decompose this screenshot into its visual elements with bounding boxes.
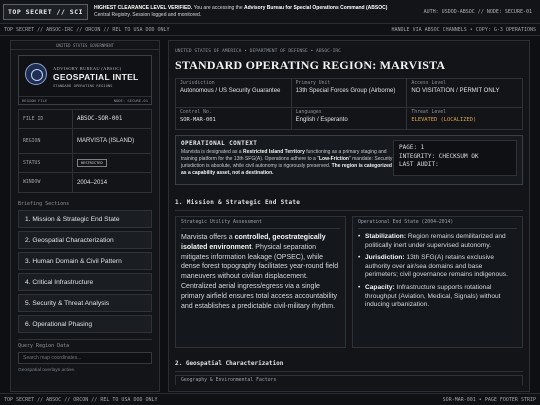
logo-footer: REGION FILE NODE: SECURE-01: [19, 96, 151, 104]
field-value: Autonomous / US Security Guarantee: [180, 88, 281, 94]
field-label: Threat Level: [411, 110, 446, 115]
footer-right: SOR-MAR-001 • PAGE FOOTER STRIP: [442, 396, 536, 403]
meta-value: RESTRICTED: [73, 154, 151, 172]
logo-footer-right: NODE: SECURE-01: [113, 98, 148, 103]
bullet-stabilization: Stabilization: Region remains demilitari…: [358, 233, 517, 250]
handling-left: TOP SECRET // ABSOC-IRC // ORCON // REL …: [4, 26, 170, 33]
panel-label: Operational End State (2004–2014): [358, 220, 517, 229]
query-note: Geospatial overlays active.: [18, 368, 76, 373]
breadcrumb: UNITED STATES OF AMERICA • DEPARTMENT OF…: [175, 49, 341, 54]
document-header: UNITED STATES OF AMERICA • DEPARTMENT OF…: [169, 41, 529, 73]
query-panel: Query Region Data Geospatial overlays ac…: [18, 339, 152, 373]
agency-logo-block: ADVISORY BUREAU (ABSOC) GEOSPATIAL INTEL…: [18, 55, 152, 105]
field-value: NO VISITATION / PERMIT ONLY: [411, 88, 500, 94]
gov-label: UNITED STATES GOVERNMENT: [11, 41, 159, 50]
meta-key: STATUS: [19, 154, 73, 172]
status-badge: RESTRICTED: [77, 159, 107, 167]
agency-seal-icon: [25, 63, 47, 85]
field-label: Languages: [295, 110, 322, 115]
field-value: English / Esperanto: [295, 117, 348, 123]
map-search-input[interactable]: [18, 352, 152, 364]
file-meta-table: FILE ID ABSOC-SOR-001 REGION MARVISTA (I…: [18, 109, 152, 193]
handling-banner: TOP SECRET // ABSOC-IRC // ORCON // REL …: [0, 24, 540, 36]
section-1-columns: Strategic Utility Assessment Marvista of…: [175, 216, 523, 348]
meta-key: REGION: [19, 129, 73, 153]
field-value: 13th Special Forces Group (Airborne): [295, 88, 396, 94]
page-number: PAGE: 1: [399, 144, 425, 151]
classification-banner: TOP SECRET // SCI HIGHEST CLEARANCE LEVE…: [0, 0, 540, 24]
meta-row-window: WINDOW 2004–2014: [19, 173, 151, 192]
field-primary-unit: Primary Unit 13th Special Forces Group (…: [291, 79, 408, 108]
field-control-no: Control No. SOR-MAR-001: [176, 108, 292, 130]
document-panel: UNITED STATES OF AMERICA • DEPARTMENT OF…: [168, 40, 530, 392]
field-access-level: Access Level NO VISITATION / PERMIT ONLY: [407, 79, 523, 108]
integrity-status: INTEGRITY: CHECKSUM OK: [399, 152, 479, 160]
classification-badge: TOP SECRET // SCI: [3, 3, 89, 20]
operational-context-box: OPERATIONAL CONTEXT Marvista is designat…: [175, 135, 523, 185]
strategic-utility-text: Marvista offers a controlled, geostrateg…: [181, 234, 339, 310]
logo-title: GEOSPATIAL INTEL: [53, 72, 139, 82]
section-2-title: 2. Geospatial Characterization: [175, 360, 523, 372]
clearance-message: HIGHEST CLEARANCE LEVEL VERIFIED. You ar…: [94, 4, 388, 18]
auth-node-label: AUTH: USDOD-ABSOC // NODE: SECURE-01: [423, 8, 532, 15]
last-audit: LAST AUDIT:: [399, 161, 439, 168]
field-label: Access Level: [411, 81, 446, 86]
footer-banner: TOP SECRET // ABSOC // ORCON // REL TO U…: [0, 393, 540, 405]
end-state-panel: Operational End State (2004–2014) Stabil…: [352, 216, 523, 348]
meta-row-region: REGION MARVISTA (ISLAND): [19, 129, 151, 154]
bullet-jurisdiction: Jurisdiction: 13th SFG(A) retains exclus…: [358, 254, 517, 280]
panel-label: Strategic Utility Assessment: [181, 220, 340, 229]
field-label: Primary Unit: [295, 81, 331, 86]
field-threat-level: Threat Level ELEVATED (LOCALIZED): [407, 108, 523, 130]
integrity-readout: PAGE: 1 INTEGRITY: CHECKSUM OK LAST AUDI…: [393, 140, 517, 176]
logo-footer-left: REGION FILE: [22, 98, 48, 103]
footer-left: TOP SECRET // ABSOC // ORCON // REL TO U…: [4, 396, 158, 403]
sidebar: UNITED STATES GOVERNMENT ADVISORY BUREAU…: [10, 40, 160, 392]
meta-row-status: STATUS RESTRICTED: [19, 154, 151, 173]
nav-item-security[interactable]: 5. Security & Threat Analysis: [18, 294, 152, 312]
nav-item-infrastructure[interactable]: 4. Critical Infrastructure: [18, 273, 152, 291]
meta-value: 2004–2014: [77, 179, 108, 186]
meta-value: ABSOC-SOR-001: [77, 116, 123, 122]
page-title: STANDARD OPERATING REGION: MARVISTA: [175, 58, 446, 72]
field-label: Control No.: [180, 110, 212, 115]
nav-item-human-domain[interactable]: 3. Human Domain & Civil Pattern: [18, 252, 152, 270]
field-jurisdiction: Jurisdiction Autonomous / US Security Gu…: [176, 79, 292, 108]
query-label: Query Region Data: [18, 343, 70, 349]
meta-key: FILE ID: [19, 110, 73, 128]
threat-level-value: ELEVATED (LOCALIZED): [411, 117, 477, 123]
field-value: SOR-MAR-001: [180, 117, 216, 123]
logo-tagline: STANDARD OPERATING REGIONS: [53, 83, 113, 88]
context-body: Marvista is designated as a Restricted I…: [181, 149, 393, 176]
section-nav: 1. Mission & Strategic End State 2. Geos…: [18, 210, 152, 333]
bullet-capacity: Capacity: Infrastructure supports rotati…: [358, 284, 517, 310]
nav-item-phasing[interactable]: 6. Operational Phasing: [18, 315, 152, 333]
context-title: OPERATIONAL CONTEXT: [181, 140, 258, 147]
field-label: Jurisdiction: [180, 81, 215, 86]
logo-subtitle: ADVISORY BUREAU (ABSOC): [53, 66, 122, 71]
nav-item-mission[interactable]: 1. Mission & Strategic End State: [18, 210, 152, 228]
field-languages: Languages English / Esperanto: [291, 108, 408, 130]
handling-right: HANDLE VIA ABSOC CHANNELS • COPY: G-3 OP…: [391, 26, 537, 33]
briefing-sections-label: Briefing Sections: [18, 201, 70, 207]
section-1-title: 1. Mission & Strategic End State: [175, 199, 523, 211]
geography-panel-label: Geography & Environmental Factors: [175, 375, 523, 385]
nav-item-geospatial[interactable]: 2. Geospatial Characterization: [18, 231, 152, 249]
strategic-utility-panel: Strategic Utility Assessment Marvista of…: [175, 216, 346, 348]
meta-value: MARVISTA (ISLAND): [77, 138, 135, 144]
meta-row-file-id: FILE ID ABSOC-SOR-001: [19, 110, 151, 129]
meta-key: WINDOW: [19, 173, 73, 192]
field-grid: Jurisdiction Autonomous / US Security Gu…: [175, 78, 523, 130]
